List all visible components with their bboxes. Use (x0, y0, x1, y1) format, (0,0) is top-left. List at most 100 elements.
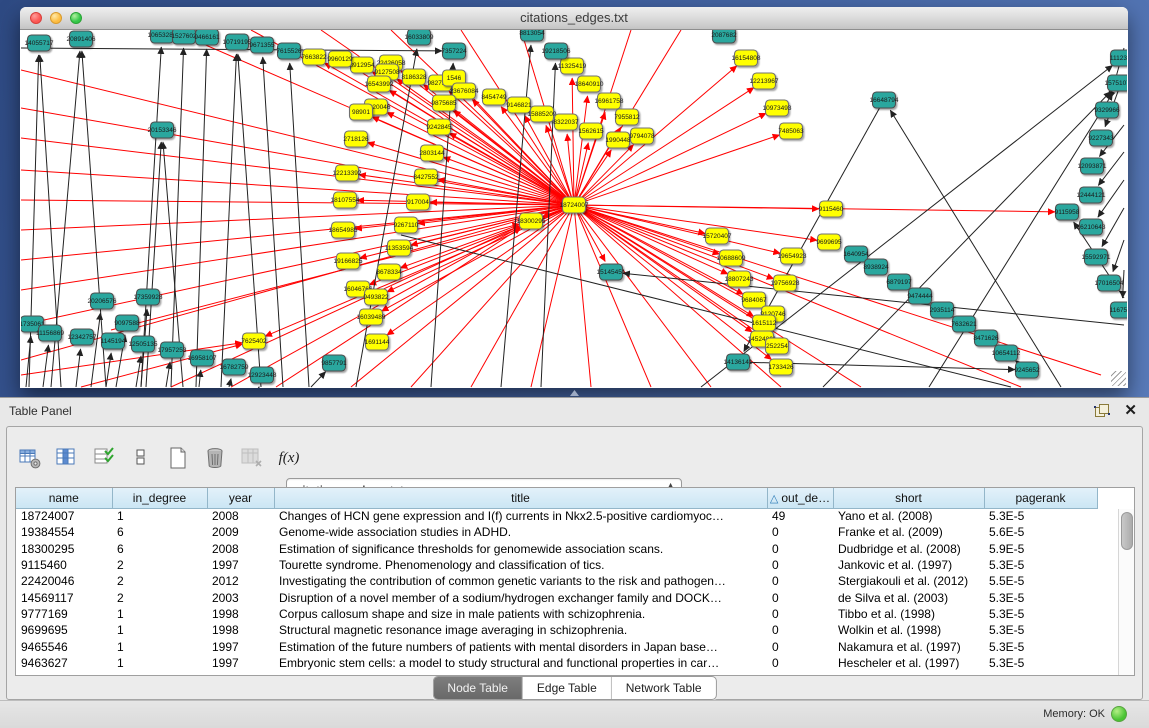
cell-year[interactable]: 2003 (207, 589, 274, 605)
cell-in[interactable]: 1 (112, 622, 207, 638)
graph-node-yellow-8454749[interactable]: 8454749 (481, 89, 507, 105)
graph-node-yellow-8322037[interactable]: 8322037 (553, 114, 579, 130)
graph-node-teal-1167533[interactable]: 1167533 (1110, 302, 1127, 318)
citation-edge-red[interactable] (576, 143, 589, 198)
cell-in[interactable]: 1 (112, 606, 207, 622)
cell-in[interactable]: 6 (112, 524, 207, 540)
create-column-button[interactable] (165, 445, 191, 471)
cell-pr[interactable]: 5.3E-5 (984, 557, 1097, 573)
cell-pr[interactable]: 5.3E-5 (984, 606, 1097, 622)
cell-year[interactable]: 2012 (207, 573, 274, 589)
cell-out[interactable]: 0 (767, 589, 833, 605)
cell-short[interactable]: de Silva et al. (2003) (833, 589, 984, 605)
graph-node-teal-9115958[interactable]: 9115958 (1055, 204, 1080, 220)
cell-title[interactable]: Changes of HCN gene expression and I(f) … (274, 508, 767, 524)
graph-node-yellow-19166825[interactable]: 19166825 (334, 253, 363, 269)
graph-node-teal-9245652[interactable]: 9245652 (1014, 362, 1040, 378)
citation-edge-black[interactable] (1123, 270, 1124, 298)
graph-node-teal-6879197[interactable]: 6879197 (886, 274, 912, 290)
cell-name[interactable]: 18300295 (16, 541, 112, 557)
citation-edge-black[interactable] (311, 372, 326, 387)
graph-node-yellow-8186328[interactable]: 8186328 (401, 69, 427, 85)
cell-short[interactable]: Franke et al. (2009) (833, 524, 984, 540)
cell-name[interactable]: 9777169 (16, 606, 112, 622)
graph-node-teal-15592971[interactable]: 15592971 (1082, 249, 1111, 265)
citation-edge-red[interactable] (582, 207, 781, 253)
graph-node-yellow-19654923[interactable]: 19654923 (778, 248, 807, 264)
graph-node-yellow-8678334[interactable]: 8678334 (376, 264, 402, 280)
graph-node-yellow-9699695[interactable]: 9699695 (816, 234, 842, 250)
graph-node-yellow-16039489[interactable]: 16039489 (357, 309, 386, 325)
graph-node-yellow-9794078[interactable]: 9794078 (629, 128, 655, 144)
graph-node-teal-20206576[interactable]: 20206576 (88, 293, 117, 309)
graph-node-yellow-10688609[interactable]: 10688609 (717, 250, 746, 266)
cell-in[interactable]: 2 (112, 573, 207, 589)
graph-node-yellow-18654985[interactable]: 18654985 (329, 222, 358, 238)
graph-node-teal-14055717[interactable]: 14055717 (25, 35, 54, 51)
graph-node-teal-20153346[interactable]: 20153346 (148, 122, 177, 138)
citation-edge-black[interactable] (106, 353, 111, 387)
close-panel-icon[interactable]: ✕ (1124, 401, 1137, 419)
graph-node-teal-7632621[interactable]: 7632621 (951, 316, 977, 332)
graph-node-yellow-917004[interactable]: 917004 (407, 194, 430, 210)
graph-node-yellow-15720407[interactable]: 15720407 (703, 228, 732, 244)
graph-node-yellow-7485063[interactable]: 7485063 (778, 123, 804, 139)
citation-edge-red[interactable] (531, 213, 572, 387)
cell-title[interactable]: Structural magnetic resonance image aver… (274, 622, 767, 638)
cell-in[interactable]: 2 (112, 557, 207, 573)
row-height-button[interactable] (128, 445, 154, 471)
network-view-canvas[interactable]: 1872400718300295224260588912954912750881… (21, 30, 1127, 388)
graph-node-teal-12342757[interactable]: 12342757 (68, 329, 97, 345)
citation-edge-red[interactable] (21, 170, 566, 204)
citation-edge-black[interactable] (623, 273, 1124, 325)
cell-year[interactable]: 2009 (207, 524, 274, 540)
panel-splitter-handle[interactable] (570, 390, 579, 396)
column-header-year[interactable]: year (207, 488, 274, 508)
graph-node-teal-9474444[interactable]: 9474444 (907, 288, 933, 304)
cell-pr[interactable]: 5.9E-5 (984, 541, 1097, 557)
cell-name[interactable]: 14569117 (16, 589, 112, 605)
cell-name[interactable]: 9699695 (16, 622, 112, 638)
cell-in[interactable]: 1 (112, 655, 207, 671)
table-row[interactable]: 1456911722003Disruption of a novel membe… (16, 589, 1097, 605)
graph-node-teal-16782759[interactable]: 16782759 (220, 359, 249, 375)
citation-edge-black[interactable] (401, 235, 1011, 387)
cell-out[interactable]: 0 (767, 606, 833, 622)
graph-node-teal-8813054[interactable]: 8813054 (519, 30, 545, 41)
cell-year[interactable]: 1998 (207, 606, 274, 622)
graph-node-teal-1640954[interactable]: 1640954 (843, 246, 869, 262)
graph-node-yellow-9146821[interactable]: 9146821 (506, 97, 532, 113)
graph-node-teal-12923448[interactable]: 12923448 (248, 367, 277, 383)
graph-node-yellow-1615112[interactable]: 1615112 (752, 315, 777, 331)
graph-node-teal-9671355[interactable]: 9671355 (249, 37, 275, 53)
cell-name[interactable]: 19384554 (16, 524, 112, 540)
cell-short[interactable]: Nakamura et al. (1997) (833, 638, 984, 654)
citation-edge-red[interactable] (582, 205, 1055, 212)
graph-node-teal-10719195[interactable]: 10719195 (223, 34, 252, 50)
citation-edge-black[interactable] (196, 49, 207, 387)
cell-out[interactable]: 0 (767, 524, 833, 540)
citation-edge-black[interactable] (1102, 208, 1124, 247)
citation-edge-red[interactable] (572, 78, 574, 197)
citation-edge-black[interactable] (76, 349, 81, 387)
cell-title[interactable]: Genome-wide association studies in ADHD. (274, 524, 767, 540)
cell-pr[interactable]: 5.3E-5 (984, 622, 1097, 638)
graph-node-yellow-7625402[interactable]: 7625402 (241, 333, 267, 349)
graph-node-teal-9329966[interactable]: 9329966 (1094, 102, 1120, 118)
graph-node-teal-12505135[interactable]: 12505135 (129, 336, 158, 352)
citation-edge-red[interactable] (21, 200, 566, 205)
graph-node-yellow-7663822[interactable]: 7663822 (301, 49, 327, 65)
cell-pr[interactable]: 5.3E-5 (984, 508, 1097, 524)
show-column-button[interactable] (54, 445, 80, 471)
citation-edge-black[interactable] (166, 362, 170, 387)
graph-node-teal-9227343[interactable]: 9227343 (1088, 130, 1114, 146)
cell-short[interactable]: Tibbo et al. (1998) (833, 606, 984, 622)
citation-edge-red[interactable] (581, 113, 766, 201)
table-mode-button[interactable] (17, 445, 43, 471)
graph-node-teal-19218506[interactable]: 19218506 (542, 43, 571, 59)
citation-edge-black[interactable] (229, 379, 231, 387)
table-row[interactable]: 946362711997Embryonic stem cells: a mode… (16, 655, 1097, 671)
graph-node-teal-16210643[interactable]: 16210643 (1077, 219, 1106, 235)
graph-node-teal-9466161[interactable]: 9466161 (194, 30, 220, 45)
citation-edge-red[interactable] (471, 212, 570, 387)
